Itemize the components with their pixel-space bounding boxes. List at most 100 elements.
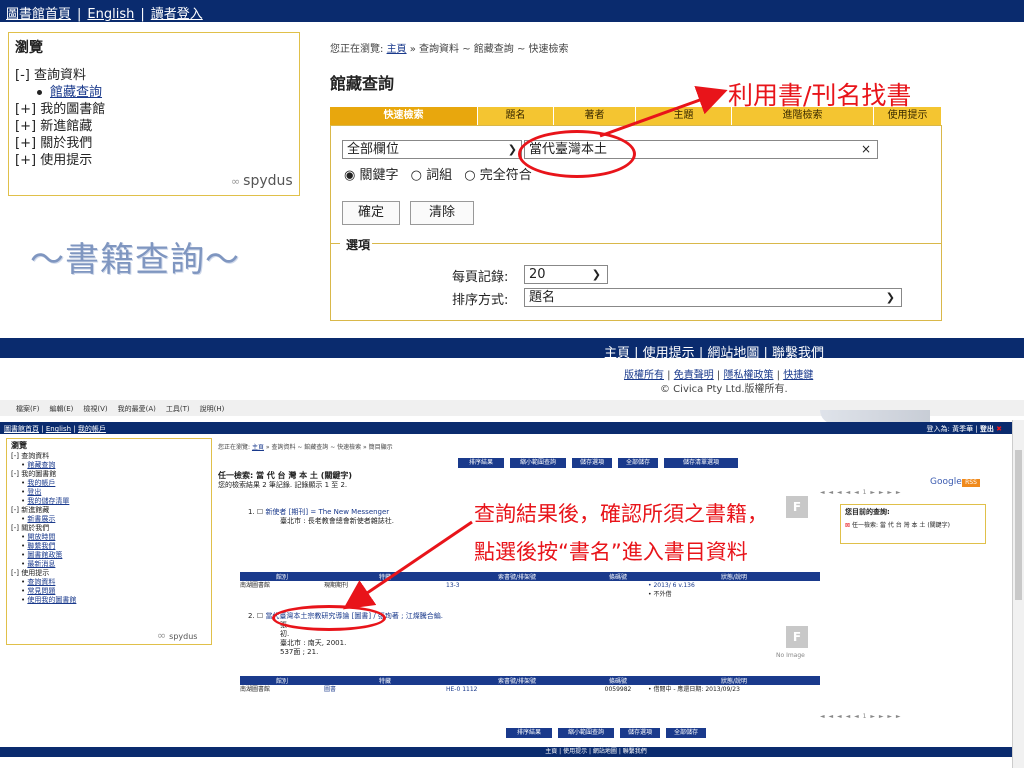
- browse-sub-item[interactable]: • 登出: [11, 488, 207, 497]
- holdings-header: 館別 特藏 索書號/排架號 條碼號 狀態/說明: [240, 676, 820, 685]
- browse-item-new[interactable]: [+] 新進館藏: [15, 118, 293, 135]
- browse-sub-item[interactable]: • 查詢資料: [11, 578, 207, 587]
- current-query-text: 任一檢索: 當 代 台 灣 本 土 (關鍵字): [851, 522, 951, 529]
- footer-help[interactable]: 使用提示: [643, 346, 695, 361]
- legal-shortcuts[interactable]: 快捷鍵: [783, 370, 813, 381]
- field-select[interactable]: 全部欄位 ❯: [342, 140, 522, 159]
- browse-item-search[interactable]: [-] 查詢資料: [15, 67, 293, 84]
- pager-bottom[interactable]: ◄ ◄ ◄ ◄ ◄ 1 ► ► ► ►: [820, 713, 902, 720]
- annotation-title-search: 利用書/刊名找書: [728, 81, 912, 110]
- browse-group-head[interactable]: [-] 使用提示: [11, 569, 207, 578]
- radio-phrase[interactable]: ○ 詞組: [411, 168, 453, 183]
- nav-my-account[interactable]: 我的帳戶: [78, 425, 106, 433]
- close-icon[interactable]: ✖: [996, 425, 1002, 433]
- browse-sub-item[interactable]: • 館藏查詢: [11, 461, 207, 470]
- save-all-button[interactable]: 全部儲存: [618, 458, 658, 468]
- highlight-ring-query: [518, 130, 636, 178]
- match-radios: ◉ 關鍵字 ○ 詞組 ○ 完全符合: [344, 164, 540, 183]
- google-logo[interactable]: Google: [930, 477, 962, 487]
- spydus-logo: ∞ spydus: [157, 629, 198, 642]
- browse-sub-item[interactable]: • 常見問題: [11, 587, 207, 596]
- narrow-search-button[interactable]: 縮小範圍查詢: [558, 728, 614, 738]
- footer-contact[interactable]: 聯繫我們: [772, 346, 824, 361]
- browse-sub-item[interactable]: • 新書展示: [11, 515, 207, 524]
- browse-list: [-] 查詢資料 • 館藏查詢 [-] 我的圖書館 • 我的帳戶 • 登出 • 我的儲存清…: [11, 452, 207, 605]
- tab-subject[interactable]: 主題: [636, 107, 732, 125]
- browse-sub-item[interactable]: • 開放時間: [11, 533, 207, 542]
- record-title-link[interactable]: 新使者 [期刊] = The New Messenger: [265, 508, 389, 516]
- record-checkbox[interactable]: ☐: [257, 508, 263, 516]
- nav-library-home[interactable]: 圖書館首頁: [6, 7, 71, 22]
- browse-sub-item[interactable]: • 最新消息: [11, 560, 207, 569]
- per-page-select[interactable]: 20 ❯: [524, 265, 608, 284]
- radio-exact[interactable]: ○ 完全符合: [464, 168, 532, 183]
- menu-view[interactable]: 檢視(V): [83, 405, 107, 413]
- holdings-header: 館別 特藏 索書號/排架號 條碼號 狀態/說明: [240, 572, 820, 581]
- browse-group-head[interactable]: [-] 查詢資料: [11, 452, 207, 461]
- breadcrumb-home[interactable]: 主頁: [387, 44, 407, 55]
- result-record-1: 1. ☐ 新使者 [期刊] = The New Messenger 臺北市 : …: [248, 508, 395, 525]
- save-options-button[interactable]: 儲存選項: [572, 458, 612, 468]
- menu-tools[interactable]: 工具(T): [166, 405, 190, 413]
- sort-results-button[interactable]: 排序結果: [458, 458, 504, 468]
- save-options-button[interactable]: 儲存選項: [620, 728, 660, 738]
- no-image-label: No Image: [776, 652, 805, 659]
- options-divider-right: [372, 243, 942, 244]
- clear-button[interactable]: 清除: [410, 201, 474, 225]
- logout-link[interactable]: 登出: [980, 425, 994, 433]
- legal-copyright[interactable]: 版權所有: [624, 370, 664, 381]
- results-browse-panel: 瀏覽 [-] 查詢資料 • 館藏查詢 [-] 我的圖書館 • 我的帳戶 • 登出 • 我的…: [6, 438, 212, 645]
- options-label: 選項: [346, 238, 371, 252]
- menu-file[interactable]: 檔案(F): [16, 405, 40, 413]
- menu-edit[interactable]: 編輯(E): [50, 405, 74, 413]
- clear-icon[interactable]: ×: [861, 141, 871, 158]
- nav-reader-login[interactable]: 讀者登入: [151, 7, 203, 22]
- tab-quick-search[interactable]: 快速檢索: [330, 107, 478, 125]
- tab-title[interactable]: 題名: [478, 107, 554, 125]
- remove-icon[interactable]: ⊠: [845, 522, 850, 529]
- browse-group-head[interactable]: [-] 關於我們: [11, 524, 207, 533]
- save-list-options-button[interactable]: 儲存清單選項: [664, 458, 738, 468]
- browse-sub-item[interactable]: • 我的儲存清單: [11, 497, 207, 506]
- browse-group-head[interactable]: [-] 新進館藏: [11, 506, 207, 515]
- breadcrumb-home[interactable]: 主頁: [252, 444, 264, 451]
- sort-label: 排序方式:: [452, 293, 509, 308]
- nav-library-home[interactable]: 圖書館首頁: [4, 425, 39, 433]
- nav-english[interactable]: English: [87, 7, 134, 22]
- current-query-title: 您目前的查詢:: [845, 508, 890, 516]
- browse-group-head[interactable]: [-] 我的圖書館: [11, 470, 207, 479]
- save-all-button[interactable]: 全部儲存: [666, 728, 706, 738]
- current-query-panel: 您目前的查詢: ⊠ 任一檢索: 當 代 台 灣 本 土 (關鍵字): [840, 504, 986, 544]
- browse-item-my-library[interactable]: [+] 我的圖書館: [15, 101, 293, 118]
- sort-results-button[interactable]: 排序結果: [506, 728, 552, 738]
- scrollbar[interactable]: [1012, 420, 1024, 768]
- record-checkbox[interactable]: ☐: [257, 612, 263, 620]
- confirm-button[interactable]: 確定: [342, 201, 400, 225]
- sort-select[interactable]: 題名 ❯: [524, 288, 902, 307]
- menu-favorites[interactable]: 我的最愛(A): [118, 405, 156, 413]
- menu-help[interactable]: 說明(H): [200, 405, 225, 413]
- footer-sitemap[interactable]: 網站地圖: [707, 346, 759, 361]
- footer-home[interactable]: 主頁: [604, 346, 630, 361]
- browse-item-help[interactable]: [+] 使用提示: [15, 152, 293, 169]
- chevron-down-icon: ❯: [885, 291, 895, 304]
- cover-image: F: [786, 626, 808, 648]
- deco-title: ～書籍查詢～: [30, 240, 240, 280]
- browse-sub-item[interactable]: • 我的帳戶: [11, 479, 207, 488]
- annotation-line-1: 查詢結果後，確認所須之書籍，: [474, 502, 768, 526]
- nav-english[interactable]: English: [46, 425, 71, 433]
- browse-sub-item[interactable]: • 使用我的圖書館: [11, 596, 207, 605]
- rss-icon[interactable]: RSS: [962, 479, 980, 487]
- pager-top[interactable]: ◄ ◄ ◄ ◄ ◄ 1 ► ► ► ►: [820, 489, 902, 496]
- footer-bar: [0, 338, 1024, 358]
- scrollbar-thumb[interactable]: [1015, 450, 1022, 600]
- browse-sub-catalog[interactable]: 館藏查詢: [15, 84, 293, 101]
- browse-item-about[interactable]: [+] 關於我們: [15, 135, 293, 152]
- footer-legal: 版權所有 | 免責聲明 | 隱私權政策 | 快捷鍵: [624, 370, 814, 381]
- tab-author[interactable]: 著者: [554, 107, 636, 125]
- browse-sub-item[interactable]: • 圖書館政策: [11, 551, 207, 560]
- narrow-search-button[interactable]: 縮小範圍查詢: [510, 458, 566, 468]
- browse-sub-item[interactable]: • 聯繫我們: [11, 542, 207, 551]
- radio-keyword[interactable]: ◉ 關鍵字: [344, 168, 399, 183]
- options-divider: [330, 243, 340, 244]
